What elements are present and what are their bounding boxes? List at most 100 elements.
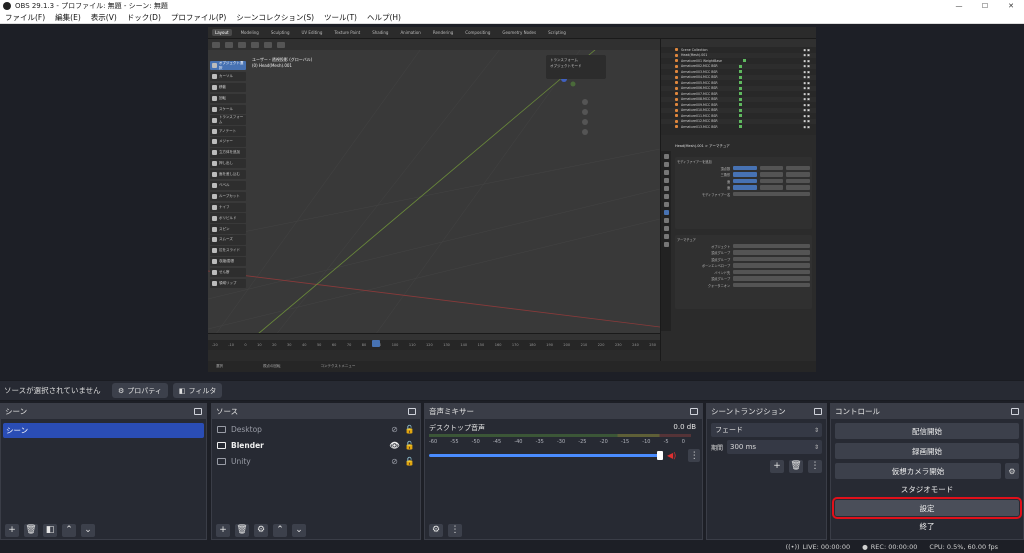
menu-tools[interactable]: ツール(T) [319, 12, 362, 23]
start-recording-button[interactable]: 録画開始 [835, 443, 1019, 459]
move-up-button[interactable]: ⌃ [62, 523, 76, 537]
property-label: クォータニオン [707, 283, 731, 288]
source-list-item[interactable]: Desktop ⊘ 🔓 [212, 421, 420, 437]
tool-icon [212, 248, 217, 254]
lock-icon[interactable]: 🔓 [404, 457, 415, 466]
property-field [759, 178, 784, 184]
close-button[interactable]: ✕ [998, 2, 1024, 10]
eye-icon[interactable]: 👁 [389, 441, 400, 450]
duration-input[interactable]: 300 ms ⇕ [727, 440, 822, 454]
start-virtual-camera-button[interactable]: 仮想カメラ開始 [835, 463, 1001, 479]
undock-icon[interactable] [1011, 408, 1019, 415]
menu-docks[interactable]: ドック(D) [122, 12, 166, 23]
tool-icon [212, 182, 217, 188]
menu-edit[interactable]: 編集(E) [50, 12, 86, 23]
property-row: 面 [677, 178, 811, 184]
maximize-button[interactable]: ☐ [972, 2, 998, 10]
timeline-tick: 220 [597, 343, 605, 347]
volume-slider[interactable] [429, 451, 663, 460]
visibility-icon: ◉ ▣ [803, 119, 810, 124]
property-field [733, 250, 810, 255]
gear-icon[interactable]: ⚙ [1005, 463, 1019, 479]
blender-tool: トランスフォーム [210, 115, 246, 125]
undock-icon[interactable] [814, 408, 822, 415]
add-source-button[interactable]: + [216, 523, 230, 537]
source-list-item[interactable]: Blender 👁 🔓 [212, 437, 420, 453]
object-icon [675, 125, 678, 129]
tool-label: メジャー [219, 139, 233, 144]
start-streaming-button[interactable]: 配信開始 [835, 423, 1019, 439]
lock-icon[interactable]: 🔓 [404, 425, 415, 434]
property-label: 頂点グループ [711, 257, 731, 262]
menu-profile[interactable]: プロファイル(P) [166, 12, 231, 23]
undock-icon[interactable] [194, 408, 202, 415]
tool-icon [212, 74, 217, 80]
add-transition-button[interactable]: + [770, 460, 784, 473]
tool-label: 収縮/膨張 [219, 259, 235, 264]
tool-icon [212, 161, 217, 167]
source-list-item[interactable]: Unity ⊘ 🔓 [212, 453, 420, 469]
move-down-button[interactable]: ⌄ [292, 523, 306, 537]
object-icon [675, 119, 678, 123]
blender-tool: 収縮/膨張 [210, 257, 246, 267]
move-down-button[interactable]: ⌄ [81, 523, 95, 537]
visibility-icon: ◉ ▣ [803, 108, 810, 113]
blender-tool: カーソル [210, 71, 246, 82]
transition-select[interactable]: フェード ⇕ [711, 423, 822, 437]
transform-panel: トランスフォーム オブジェクトモード [546, 55, 606, 79]
studio-mode-button[interactable]: スタジオモード [835, 483, 1019, 496]
mixer-track-name: デスクトップ音声 [429, 424, 485, 432]
status-bar: ((•)) LIVE: 00:00:00 ● REC: 00:00:00 CPU… [0, 541, 1024, 553]
speaker-icon[interactable]: ◀) [667, 451, 676, 460]
menu-view[interactable]: 表示(V) [86, 12, 122, 23]
blender-timeline: -20-100102030405060708090100110120130140… [208, 333, 660, 361]
chevron-updown-icon: ⇕ [813, 443, 819, 451]
timeline-tick: 150 [477, 343, 485, 347]
transition-menu-button[interactable]: ⋮ [808, 460, 822, 473]
outliner-label: Armature005.MCC BSR [681, 80, 718, 85]
remove-transition-button[interactable]: 🗑 [789, 460, 803, 473]
lock-icon[interactable]: 🔓 [404, 441, 415, 450]
filters-button[interactable]: ◧ フィルタ [172, 383, 223, 398]
minimize-button[interactable]: — [946, 2, 972, 10]
source-properties-button[interactable]: ⚙ [254, 523, 268, 537]
advanced-audio-button[interactable]: ⚙ [429, 523, 443, 537]
sources-dock: ソース Desktop ⊘ 🔓 Blender 👁 🔓 Unity ⊘ 🔓 + 🗑 ⚙ ⌃ ⌄ [211, 403, 421, 540]
visibility-icon: ◉ ▣ [803, 53, 810, 58]
scene-list-item[interactable]: シーン [3, 423, 204, 438]
properties-button[interactable]: ⚙ プロパティ [112, 383, 168, 398]
tool-label: 面を差し込む [219, 172, 240, 177]
viewport-header [208, 39, 660, 50]
preview-canvas[interactable]: Layout Modeling Sculpting UV Editing Texture… [208, 27, 816, 372]
outliner-label: Armature006.MCC BSR [681, 86, 718, 91]
display-icon [217, 425, 226, 433]
tool-label: スムーズ [219, 237, 233, 242]
remove-scene-button[interactable]: 🗑 [24, 523, 38, 537]
add-scene-button[interactable]: + [5, 523, 19, 537]
settings-button[interactable]: 設定 [832, 497, 1022, 519]
undock-icon[interactable] [408, 408, 416, 415]
undock-icon[interactable] [690, 408, 698, 415]
mixer-more-button[interactable]: ⋮ [448, 523, 462, 537]
blender-tool: ナイフ [210, 202, 246, 212]
mixer-menu-button[interactable]: ⋮ [688, 449, 701, 462]
remove-source-button[interactable]: 🗑 [235, 523, 249, 537]
exit-button[interactable]: 終了 [835, 520, 1019, 533]
eye-hidden-icon[interactable]: ⊘ [389, 425, 400, 434]
modifier-icon [738, 86, 742, 90]
property-field [759, 172, 784, 177]
move-up-button[interactable]: ⌃ [273, 523, 287, 537]
menu-help[interactable]: ヘルプ(H) [362, 12, 406, 23]
menu-scene-collection[interactable]: シーンコレクション(S) [231, 12, 319, 23]
properties-section-title: モディファイアーを追加 [677, 160, 712, 164]
viewport-nav-buttons [582, 99, 588, 135]
workspace-tab: Scripting [548, 30, 566, 35]
eye-hidden-icon[interactable]: ⊘ [389, 457, 400, 466]
volume-slider-knob[interactable] [657, 451, 663, 460]
blender-tool: 立方体を追加 [210, 148, 246, 158]
chevron-updown-icon: ⇕ [813, 426, 819, 434]
timeline-tick: 120 [426, 343, 433, 347]
scene-filters-button[interactable]: ◧ [43, 523, 57, 537]
scene-transitions-dock: シーントランジション フェード ⇕ 期間 300 ms ⇕ + 🗑 ⋮ [706, 403, 827, 540]
menu-file[interactable]: ファイル(F) [0, 12, 50, 23]
